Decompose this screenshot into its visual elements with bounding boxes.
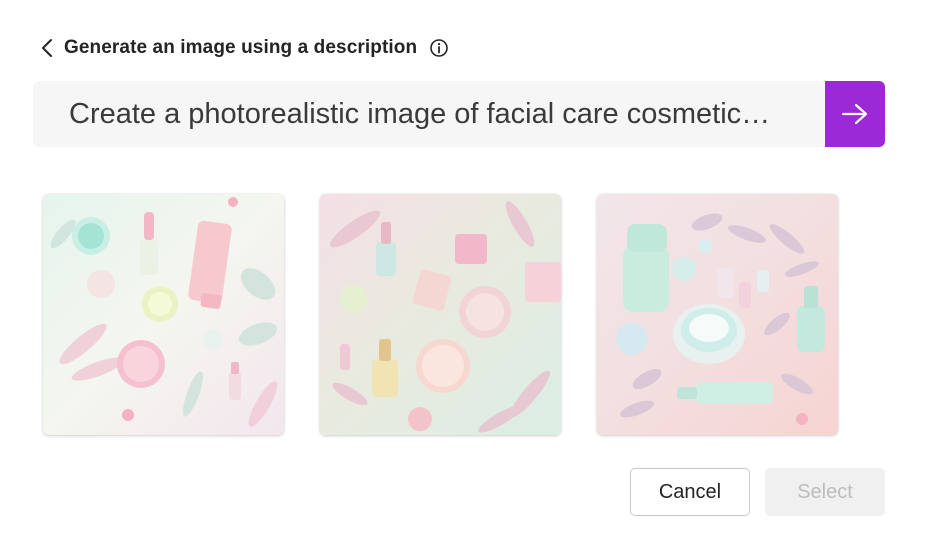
prompt-input[interactable]: Create a photorealistic image of facial … <box>33 81 825 147</box>
select-button: Select <box>765 468 885 516</box>
dialog-title: Generate an image using a description <box>64 37 418 58</box>
generated-image-3[interactable] <box>597 194 838 435</box>
generate-button[interactable] <box>825 81 885 147</box>
image-gallery <box>43 194 838 435</box>
back-button[interactable] <box>38 35 56 61</box>
generated-image-1[interactable] <box>43 194 284 435</box>
arrow-right-icon <box>841 103 868 125</box>
chevron-left-icon <box>42 39 52 57</box>
cancel-button[interactable]: Cancel <box>630 468 750 516</box>
info-icon[interactable] <box>429 38 449 58</box>
generated-image-2[interactable] <box>320 194 561 435</box>
dialog-header: Generate an image using a description <box>38 33 449 63</box>
prompt-bar: Create a photorealistic image of facial … <box>33 81 885 147</box>
